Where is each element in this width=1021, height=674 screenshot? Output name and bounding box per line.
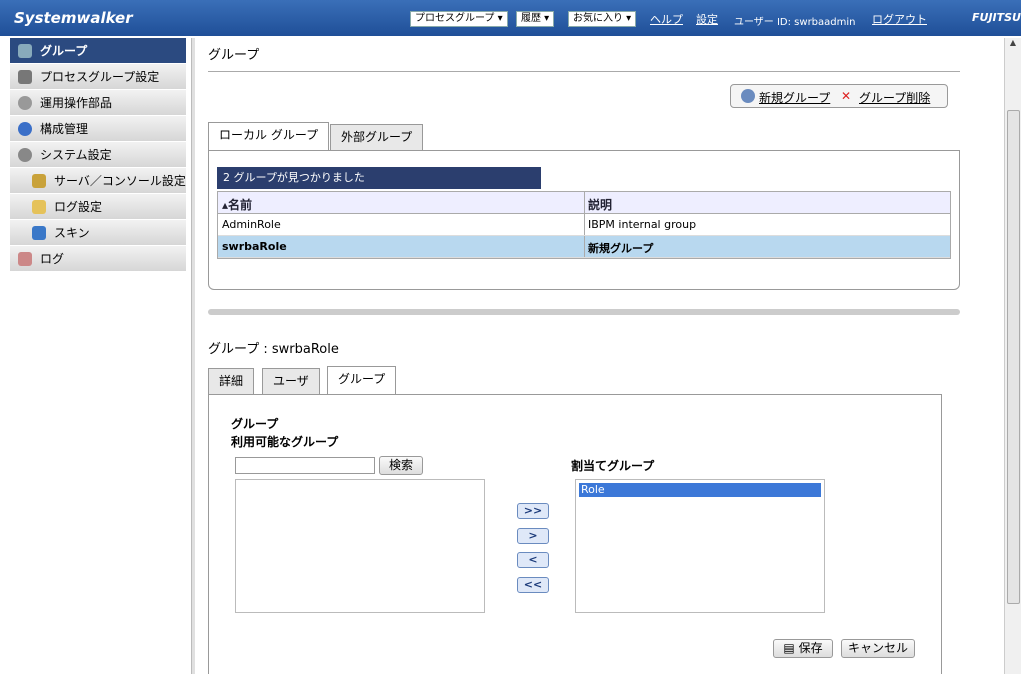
delete-group-button[interactable]: グループ削除 xyxy=(859,89,930,106)
log-settings-icon xyxy=(32,200,46,214)
available-groups-list[interactable] xyxy=(235,479,485,613)
sidebar-item-label: グループ xyxy=(40,44,88,58)
user-id: ユーザー ID: swrbaadmin xyxy=(734,17,856,28)
column-name-header[interactable]: ▴名前 xyxy=(222,196,252,213)
sidebar-splitter[interactable] xyxy=(191,38,195,674)
sidebar-item-label: サーバ／コンソール設定 xyxy=(54,174,186,188)
sidebar-item-process-group[interactable]: プロセスグループ設定 xyxy=(10,64,186,90)
group-assign-panel: グループ 利用可能なグループ 検索 割当てグループ Role >> > < <<… xyxy=(208,394,942,674)
tab-users[interactable]: ユーザ xyxy=(262,368,320,394)
group-detail-title: グループ : swrbaRole xyxy=(208,342,339,357)
sidebar-item-configuration[interactable]: 構成管理 xyxy=(10,116,186,142)
sidebar-item-label: ログ xyxy=(40,252,65,266)
group-list-panel: 2 グループが見つかりました ▴名前 説明 AdminRole IBPM int… xyxy=(208,150,960,290)
skin-icon xyxy=(32,226,46,240)
result-count: 2 グループが見つかりました xyxy=(217,167,541,189)
sidebar-item-label: システム設定 xyxy=(40,148,112,162)
favorites-menu[interactable]: お気に入り ▾ xyxy=(568,11,637,27)
main-content: グループ 新規グループ ✕ グループ削除 ローカル グループ 外部グループ 2 … xyxy=(196,38,1004,674)
gear-icon xyxy=(18,96,32,110)
panel-splitter[interactable] xyxy=(208,309,960,315)
tools-icon xyxy=(18,70,32,84)
scroll-up-icon[interactable]: ▲ xyxy=(1005,38,1021,47)
cell-name: AdminRole xyxy=(222,218,281,231)
title-divider xyxy=(208,71,960,72)
sidebar-item-label: プロセスグループ設定 xyxy=(40,70,160,84)
tab-details[interactable]: 詳細 xyxy=(208,368,255,394)
move-left-button[interactable]: < xyxy=(517,552,549,568)
action-bar: 新規グループ ✕ グループ削除 xyxy=(730,84,948,108)
server-icon xyxy=(32,174,46,188)
sidebar-item-system-settings[interactable]: システム設定 xyxy=(10,142,186,168)
search-input[interactable] xyxy=(235,457,375,474)
assigned-groups-label: 割当てグループ xyxy=(571,459,655,473)
sidebar-item-log[interactable]: ログ xyxy=(10,246,186,272)
sidebar-item-group[interactable]: グループ xyxy=(10,38,186,64)
sidebar-item-label: ログ設定 xyxy=(54,200,103,214)
tab-local-group[interactable]: ローカル グループ xyxy=(208,122,330,150)
table-row[interactable]: AdminRole IBPM internal group xyxy=(218,214,950,236)
settings-icon xyxy=(18,148,32,162)
help-link[interactable]: ヘルプ xyxy=(650,11,683,27)
tab-groups[interactable]: グループ xyxy=(327,366,397,394)
users-icon xyxy=(18,44,32,58)
available-groups-label: 利用可能なグループ xyxy=(231,435,339,449)
top-bar: Systemwalker プロセスグループ ▾ 履歴 ▾ お気に入り ▾ ヘルプ… xyxy=(0,0,1021,36)
search-button[interactable]: 検索 xyxy=(379,456,423,475)
save-icon: ▤ xyxy=(783,641,799,655)
sidebar-item-label: 構成管理 xyxy=(40,122,89,136)
move-all-left-button[interactable]: << xyxy=(517,577,549,593)
history-menu[interactable]: 履歴 ▾ xyxy=(516,11,555,27)
sidebar-item-label: スキン xyxy=(54,226,90,240)
cell-description: IBPM internal group xyxy=(588,218,697,231)
table-row[interactable]: swrbaRole 新規グループ xyxy=(218,236,950,258)
move-right-button[interactable]: > xyxy=(517,528,549,544)
log-icon xyxy=(18,252,32,266)
column-description-header[interactable]: 説明 xyxy=(588,196,612,213)
move-all-right-button[interactable]: >> xyxy=(517,503,549,519)
page-title: グループ xyxy=(208,48,260,63)
cell-description: 新規グループ xyxy=(588,242,654,255)
sidebar-item-server-console[interactable]: サーバ／コンソール設定 xyxy=(10,168,186,194)
app-logo: Systemwalker xyxy=(14,9,133,27)
tab-external-group[interactable]: 外部グループ xyxy=(330,124,424,150)
config-icon xyxy=(18,122,32,136)
save-button[interactable]: ▤ 保存 xyxy=(773,639,833,658)
scroll-thumb[interactable] xyxy=(1007,110,1020,604)
section-title: グループ xyxy=(231,417,279,431)
cancel-button[interactable]: キャンセル xyxy=(841,639,915,658)
sidebar-item-skin[interactable]: スキン xyxy=(10,220,186,246)
sidebar-item-label: 運用操作部品 xyxy=(40,96,113,110)
add-user-icon xyxy=(741,89,755,103)
delete-icon: ✕ xyxy=(841,89,852,103)
list-item[interactable]: Role xyxy=(579,483,821,497)
settings-link[interactable]: 設定 xyxy=(696,11,718,27)
save-label: 保存 xyxy=(798,641,823,655)
table-header: ▴名前 説明 xyxy=(218,192,950,214)
cell-name: swrbaRole xyxy=(222,240,287,253)
sidebar-item-components[interactable]: 運用操作部品 xyxy=(10,90,186,116)
sidebar-item-log-settings[interactable]: ログ設定 xyxy=(10,194,186,220)
process-group-menu[interactable]: プロセスグループ ▾ xyxy=(410,11,508,27)
vertical-scrollbar[interactable]: ▲ xyxy=(1004,38,1021,674)
sidebar: グループ プロセスグループ設定 運用操作部品 構成管理 システム設定 サーバ／コ… xyxy=(10,38,186,272)
new-group-button[interactable]: 新規グループ xyxy=(759,89,830,106)
logout-link[interactable]: ログアウト xyxy=(872,11,927,27)
assigned-groups-list[interactable]: Role xyxy=(575,479,825,613)
brand-logo: FUJITSU xyxy=(972,11,1021,24)
group-table: ▴名前 説明 AdminRole IBPM internal group swr… xyxy=(217,191,951,259)
